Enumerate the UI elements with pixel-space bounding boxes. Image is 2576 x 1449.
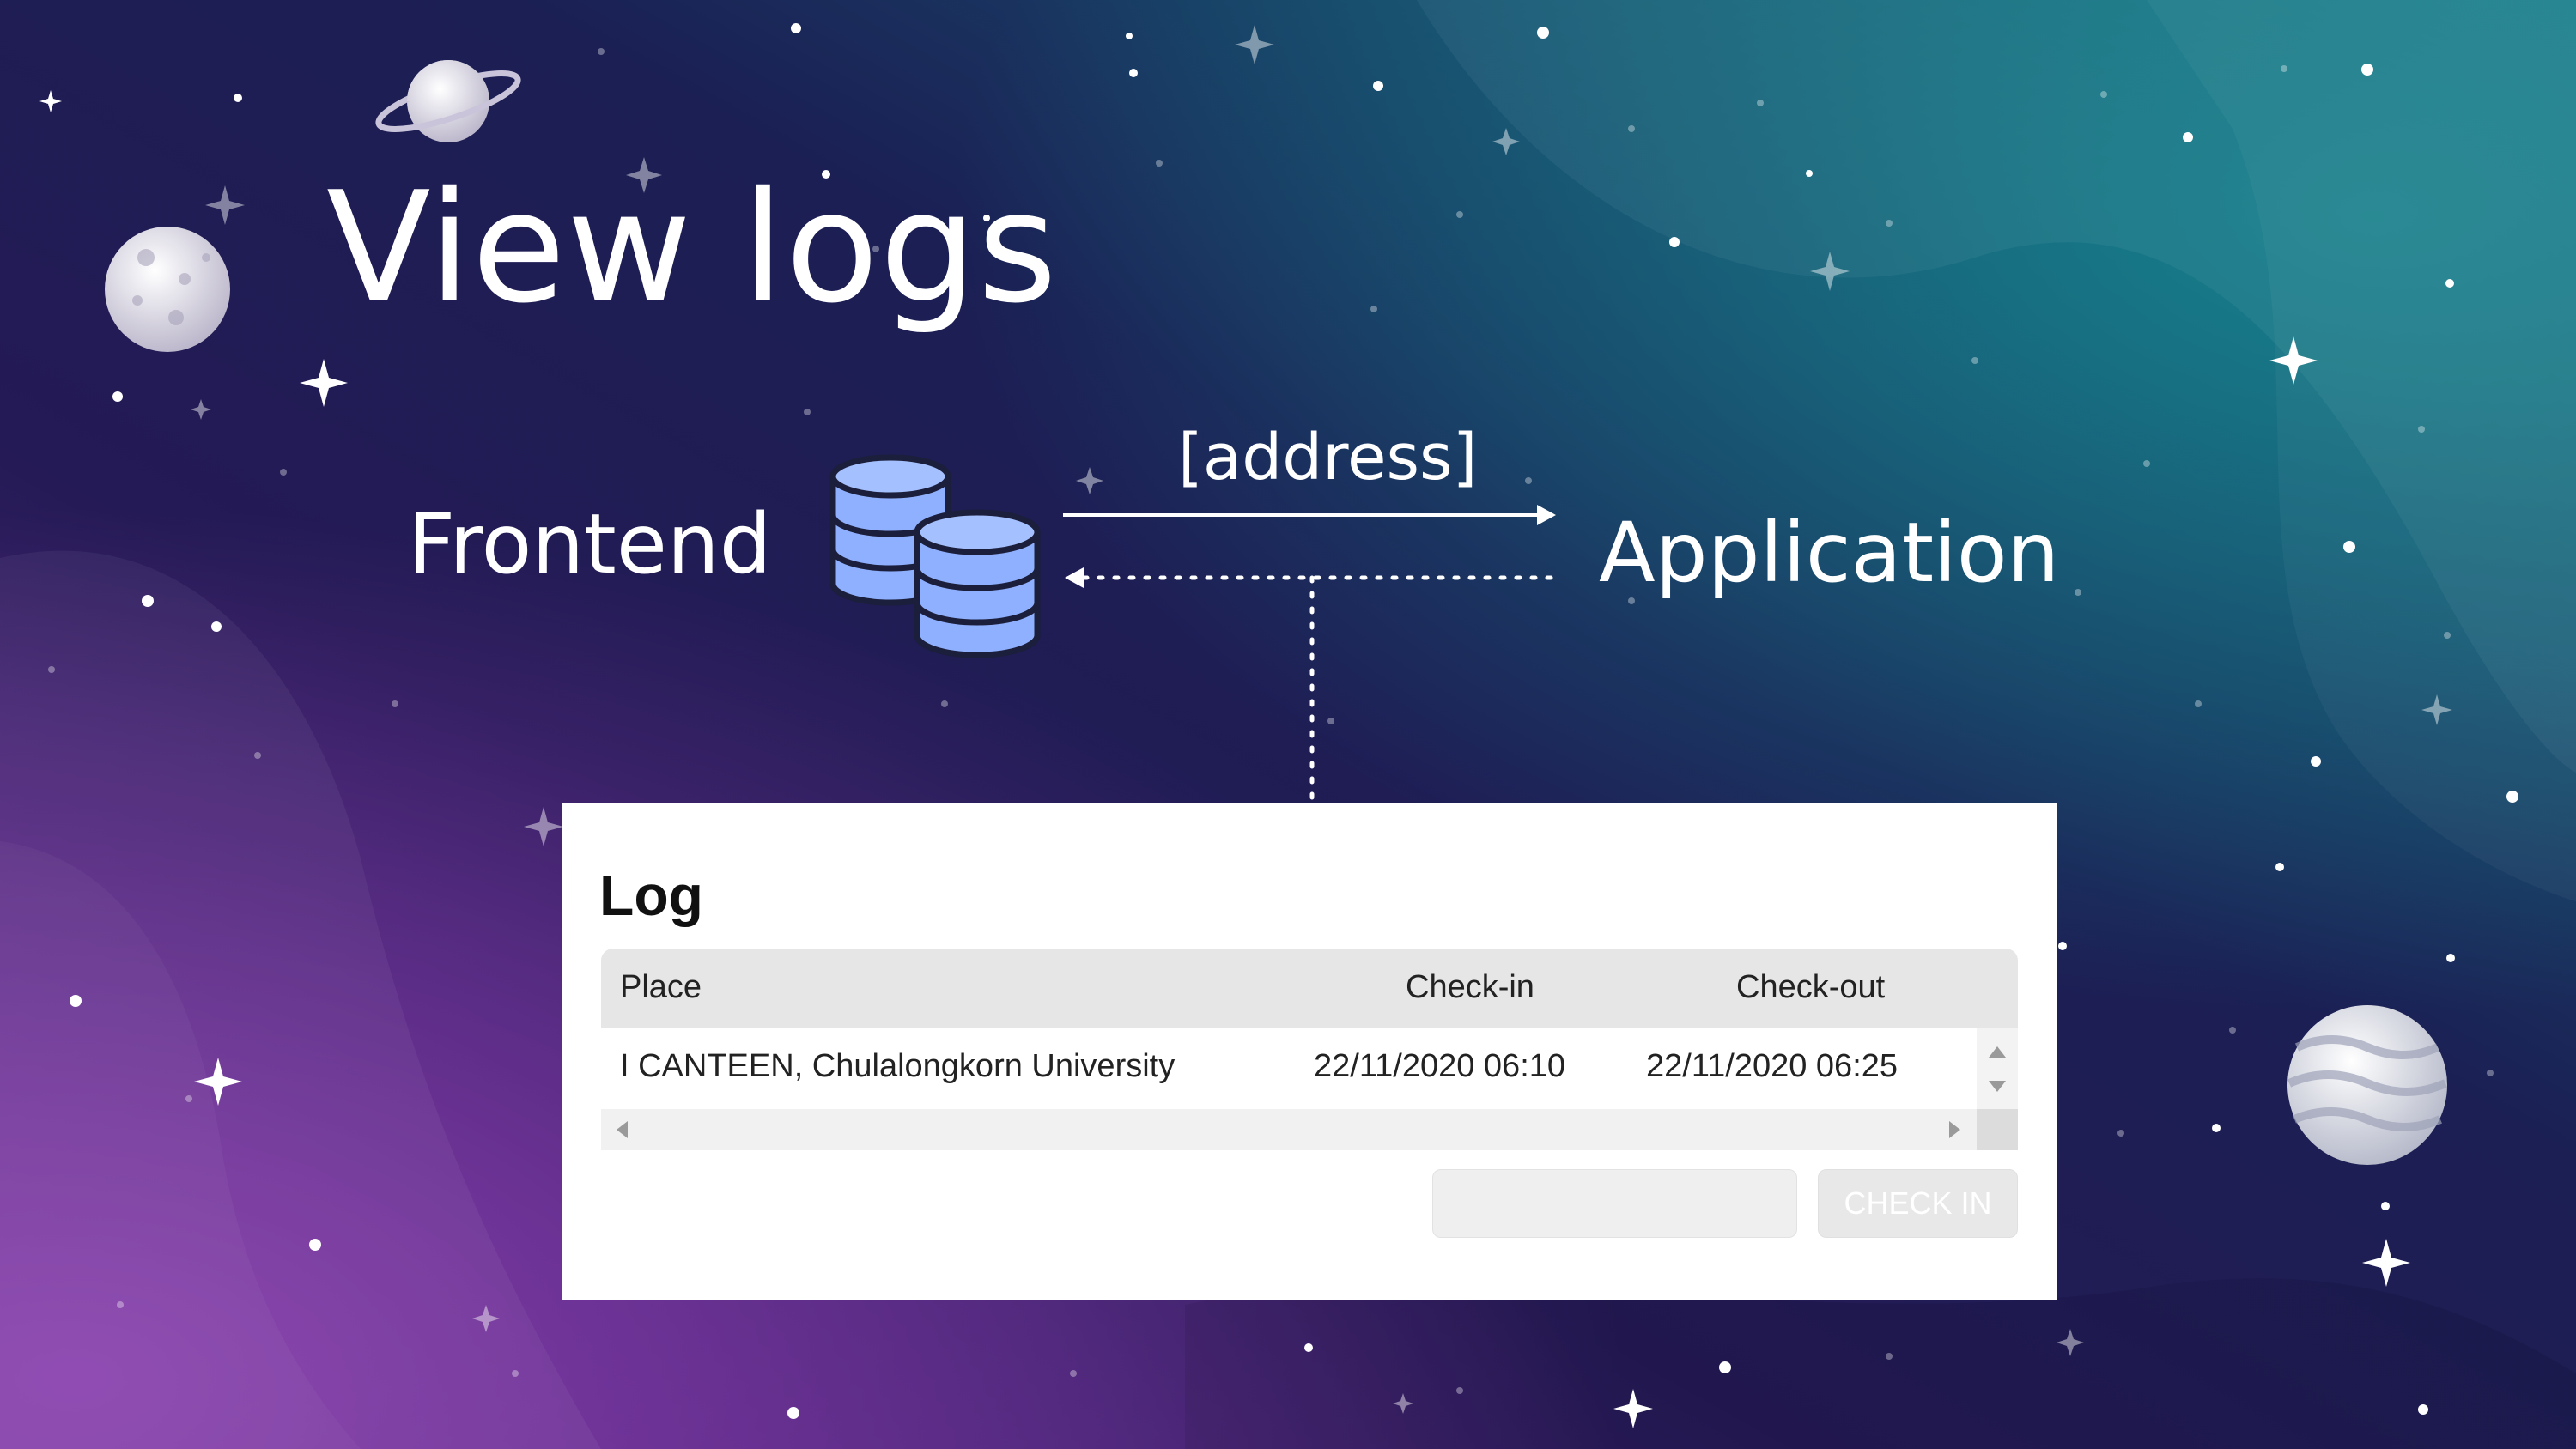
moon-icon [105,227,230,352]
column-header-place[interactable]: Place [620,969,702,1006]
slide-title: View logs [326,159,1059,336]
log-panel: Log Place Check-in Check-out I CANTEEN, … [562,803,2057,1300]
frontend-label: Frontend [408,496,772,592]
scrollbar-corner [1977,1109,2018,1150]
request-label: [address] [1178,421,1478,494]
scroll-down-icon[interactable] [1989,1081,2006,1092]
table-header: Place Check-in Check-out [601,949,2018,1028]
scroll-right-icon[interactable] [1949,1121,1960,1138]
striped-planet-icon [2287,1005,2448,1165]
check-in-input[interactable] [1432,1169,1797,1238]
column-header-check-out[interactable]: Check-out [1736,969,1885,1006]
check-in-button[interactable]: CHECK IN [1818,1169,2018,1238]
vertical-scrollbar[interactable] [1977,1028,2018,1109]
table-row[interactable]: I CANTEEN, Chulalongkorn University 22/1… [601,1028,1977,1109]
cell-check-in: 22/11/2020 06:10 [1314,1048,1566,1084]
cell-place: I CANTEEN, Chulalongkorn University [620,1048,1176,1084]
horizontal-scrollbar[interactable] [601,1109,1977,1150]
log-table: Place Check-in Check-out I CANTEEN, Chul… [601,949,2018,1150]
column-header-check-in[interactable]: Check-in [1406,969,1534,1006]
scroll-up-icon[interactable] [1989,1046,2006,1058]
cell-check-out: 22/11/2020 06:25 [1646,1048,1899,1084]
scroll-left-icon[interactable] [617,1121,628,1138]
application-label: Application [1599,505,2060,601]
log-title: Log [599,864,703,927]
